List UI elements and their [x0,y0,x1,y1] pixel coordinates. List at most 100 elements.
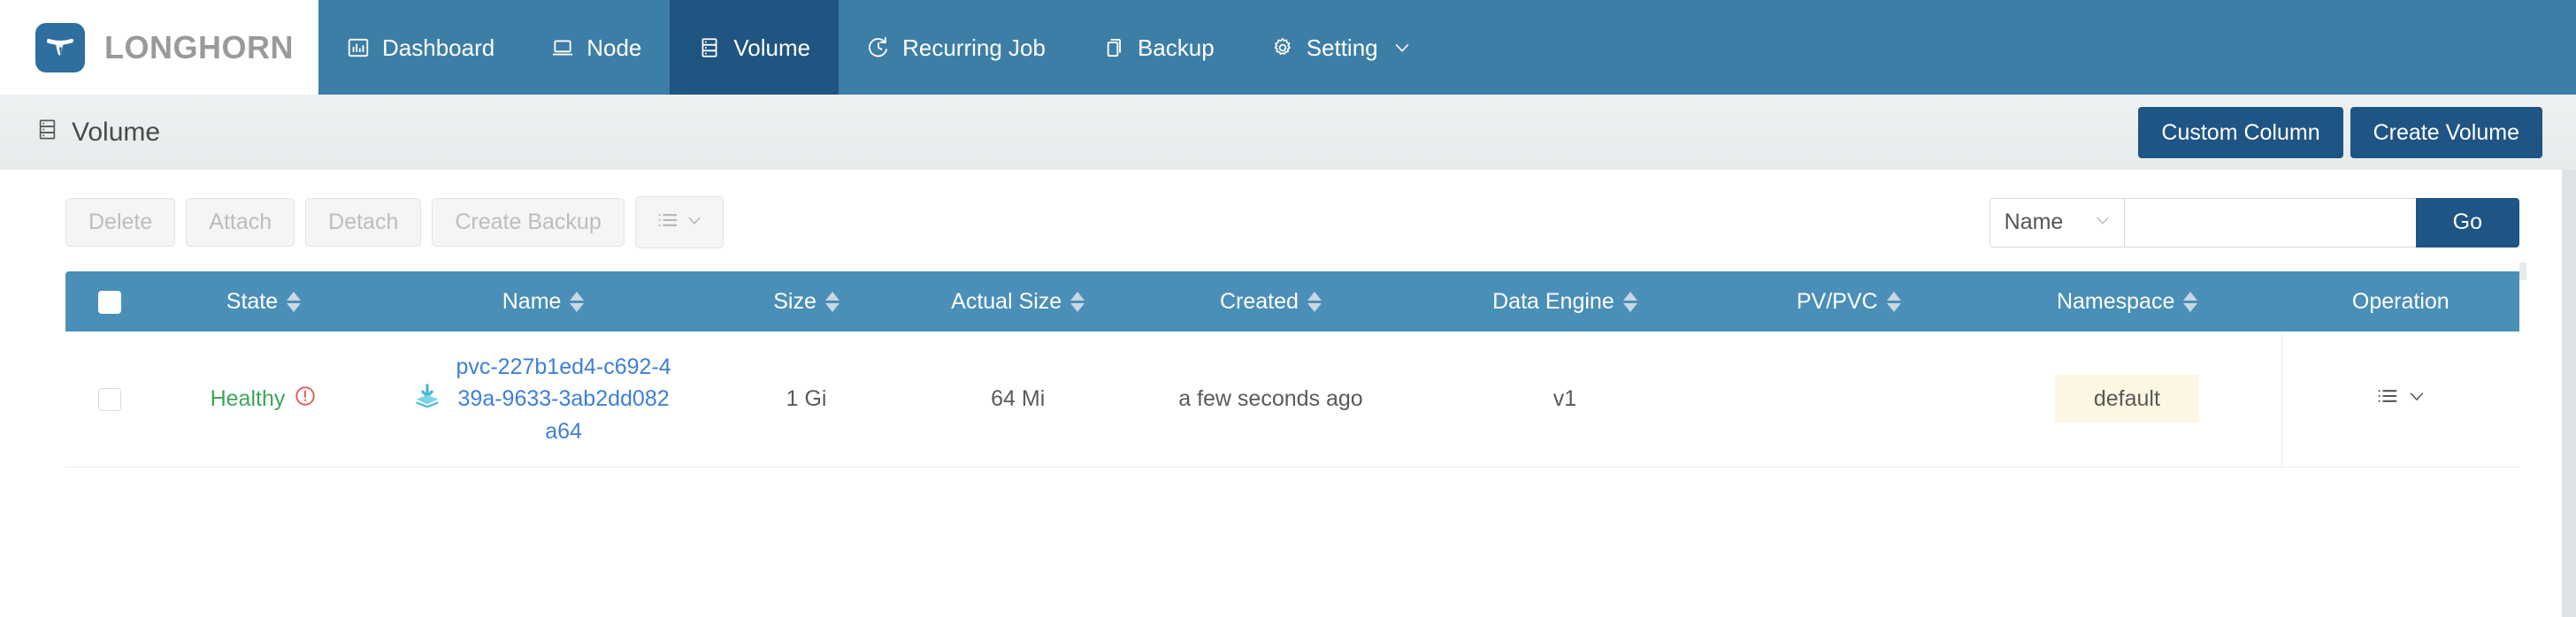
th-name[interactable]: Name [373,271,714,331]
cell-actual-size: 64 Mi [900,331,1137,467]
sort-arrows-icon[interactable] [570,292,584,312]
row-operation-menu-button[interactable] [2375,384,2426,415]
table-header-row: State Name Size [65,271,2519,331]
clock-refresh-icon [867,36,890,59]
nav-item-dashboard[interactable]: Dashboard [318,0,523,95]
sort-arrows-icon[interactable] [1623,292,1637,312]
sort-arrows-icon[interactable] [1887,292,1901,312]
bulk-action-buttons: Delete Attach Detach Create Backup [65,196,724,248]
table-header: State Name Size [65,271,2519,331]
main-navigation: Dashboard Node [318,0,2576,95]
volume-name-link[interactable]: pvc-227b1ed4-c692-439a-9633-3ab2dd082a64 [453,351,674,447]
page-title-bar: Volume Custom Column Create Volume [0,95,2576,170]
create-volume-button[interactable]: Create Volume [2350,107,2542,158]
th-namespace-label: Namespace [2057,291,2174,313]
copy-file-icon [1102,36,1125,59]
th-state[interactable]: State [154,271,372,331]
cell-created: a few seconds ago [1137,331,1405,467]
table-corner-edge [2519,263,2526,280]
page-title: Volume [35,118,160,147]
search-group: Name Go [1990,198,2519,248]
th-operation: Operation [2282,271,2519,331]
cell-pv-pvc [1725,331,1973,467]
chevron-down-icon [1392,38,1412,57]
search-field-select[interactable]: Name [1990,198,2124,248]
right-edge-strip [2562,170,2576,617]
th-created-label: Created [1220,291,1299,313]
page-title-label: Volume [72,119,160,146]
select-all-checkbox[interactable] [98,291,121,314]
main-content: Delete Attach Detach Create Backup [0,170,2576,617]
th-pv-pvc-label: PV/PVC [1797,291,1878,313]
nav-item-backup[interactable]: Backup [1074,0,1243,95]
volume-table: State Name Size [65,271,2519,468]
server-stack-icon [35,118,59,147]
sort-arrows-icon[interactable] [825,292,840,312]
gear-icon [1271,36,1294,59]
cell-namespace: default [1973,331,2282,467]
nav-item-volume[interactable]: Volume [670,0,839,95]
row-select-checkbox[interactable] [98,388,121,411]
volume-attach-download-icon [412,381,442,417]
sort-arrows-icon[interactable] [1070,292,1085,312]
th-created[interactable]: Created [1137,271,1405,331]
th-state-label: State [226,291,278,313]
table-toolbar: Delete Attach Detach Create Backup [0,170,2576,271]
nav-item-label: Setting [1307,36,1378,59]
longhorn-bull-icon [35,23,85,72]
th-actual-size[interactable]: Actual Size [900,271,1137,331]
namespace-badge: default [2055,375,2199,423]
list-menu-icon [656,208,680,237]
cell-name: pvc-227b1ed4-c692-439a-9633-3ab2dd082a64 [373,331,714,467]
th-size[interactable]: Size [714,271,900,331]
th-pv-pvc[interactable]: PV/PVC [1725,271,1973,331]
chevron-down-icon [2407,386,2426,412]
nav-item-label: Backup [1138,36,1215,59]
th-data-engine[interactable]: Data Engine [1405,271,1725,331]
delete-button[interactable]: Delete [65,198,175,247]
sort-arrows-icon[interactable] [287,292,301,312]
create-backup-button[interactable]: Create Backup [432,198,624,247]
cell-data-engine: v1 [1405,331,1725,467]
nav-item-label: Volume [733,36,810,59]
bar-chart-icon [347,36,370,59]
cell-state: Healthy [154,331,372,467]
more-actions-button[interactable] [635,196,724,248]
th-operation-label: Operation [2352,291,2450,313]
cell-operation [2282,331,2519,467]
table-row[interactable]: Healthy [65,331,2519,467]
exclamation-circle-icon[interactable] [294,385,317,414]
th-namespace[interactable]: Namespace [1973,271,2282,331]
cell-size: 1 Gi [714,331,900,467]
sort-arrows-icon[interactable] [1307,292,1322,312]
nav-item-setting[interactable]: Setting [1243,0,1440,95]
page-actions: Custom Column Create Volume [2138,107,2542,158]
sort-arrows-icon[interactable] [2183,292,2197,312]
state-label: Healthy [211,386,286,412]
laptop-icon [551,36,574,59]
attach-button[interactable]: Attach [186,198,295,247]
volume-table-wrapper: State Name Size [65,271,2519,468]
brand[interactable]: LONGHORN [0,0,318,95]
nav-item-label: Dashboard [382,36,494,59]
nav-item-label: Recurring Job [902,36,1046,59]
detach-button[interactable]: Detach [305,198,421,247]
server-stack-icon [698,36,721,59]
table-body: Healthy [65,331,2519,467]
th-select-all [65,271,154,331]
th-actual-size-label: Actual Size [951,291,1062,313]
brand-name: LONGHORN [104,32,294,64]
search-go-button[interactable]: Go [2416,198,2519,248]
search-field-value: Name [2005,209,2064,235]
nav-item-node[interactable]: Node [523,0,670,95]
cell-select [65,331,154,467]
chevron-down-icon [686,211,703,233]
nav-item-recurring-job[interactable]: Recurring Job [839,0,1074,95]
th-name-label: Name [502,291,562,313]
nav-item-label: Node [586,36,641,59]
chevron-down-icon [2094,209,2112,235]
th-data-engine-label: Data Engine [1492,291,1614,313]
search-input[interactable] [2124,198,2416,248]
custom-column-button[interactable]: Custom Column [2138,107,2342,158]
th-size-label: Size [773,291,816,313]
